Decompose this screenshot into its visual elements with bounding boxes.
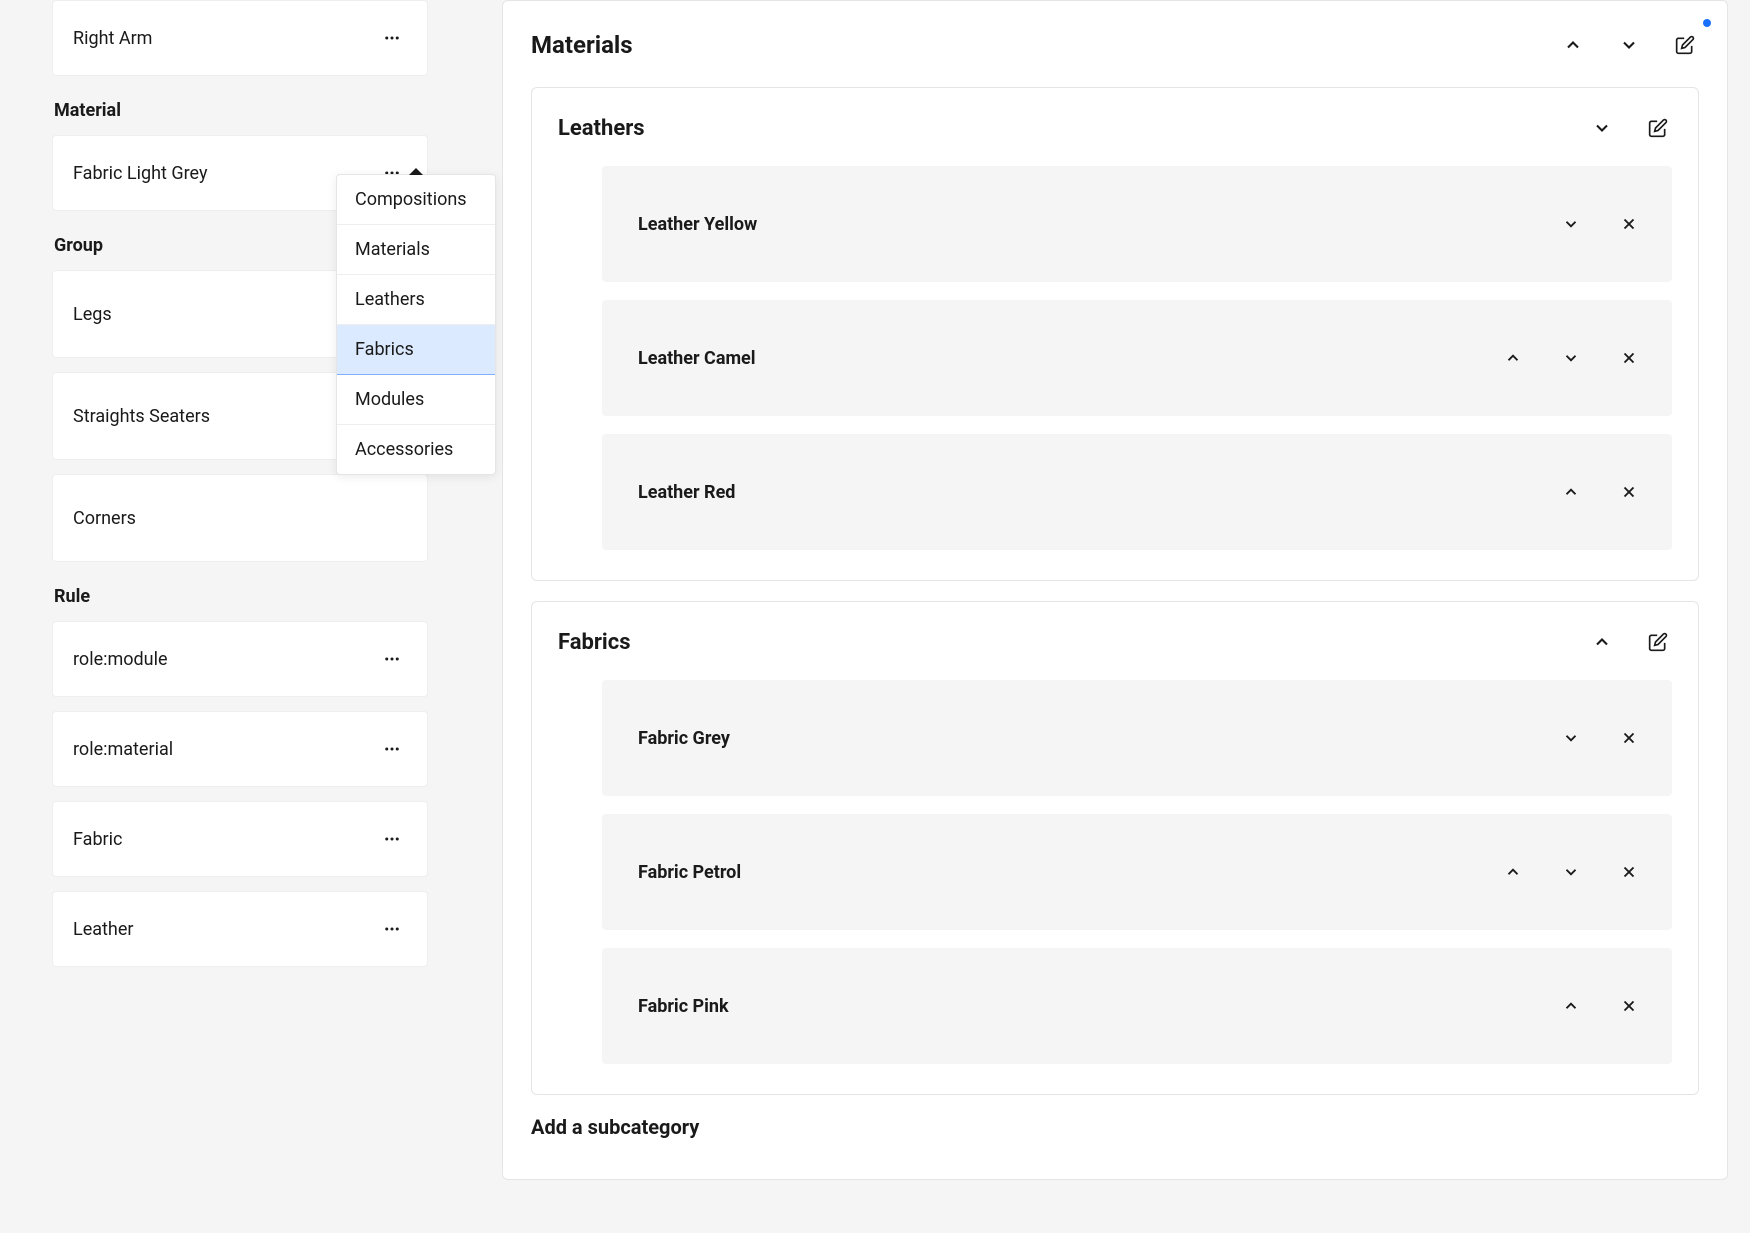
move-down-button[interactable] — [1558, 345, 1584, 371]
edit-icon — [1648, 118, 1668, 138]
panel-title: Materials — [531, 31, 633, 59]
item-label: Fabric Petrol — [638, 862, 741, 883]
item-label: Leather Red — [638, 482, 735, 503]
category-leathers: Leathers Leather Yellow — [531, 87, 1699, 581]
breadcrumb-dropdown: Compositions Materials Leathers Fabrics … — [336, 174, 496, 475]
chevron-down-icon — [1562, 729, 1580, 747]
chevron-up-icon — [1504, 349, 1522, 367]
sidebar-item-label: Leather — [73, 919, 133, 940]
material-item-leather-camel[interactable]: Leather Camel — [602, 300, 1672, 416]
close-icon — [1620, 483, 1638, 501]
move-up-button[interactable] — [1500, 859, 1526, 885]
sidebar-item-label: Fabric Light Grey — [73, 163, 208, 184]
sidebar-item-label: Legs — [73, 304, 112, 325]
chevron-down-icon — [1592, 118, 1612, 138]
sidebar-item-role-material[interactable]: role:material — [52, 711, 428, 787]
chevron-down-icon — [1562, 349, 1580, 367]
close-icon — [1620, 215, 1638, 233]
chevron-up-icon — [1562, 997, 1580, 1015]
chevron-up-icon — [1563, 35, 1583, 55]
material-item-fabric-grey[interactable]: Fabric Grey — [602, 680, 1672, 796]
category-title: Leathers — [558, 116, 645, 141]
chevron-up-icon — [1504, 863, 1522, 881]
move-up-button[interactable] — [1500, 345, 1526, 371]
chevron-down-icon — [1619, 35, 1639, 55]
sidebar-item-label: role:module — [73, 649, 168, 670]
sidebar-item-corners[interactable]: Corners — [52, 474, 428, 562]
more-horizontal-icon — [383, 830, 401, 848]
material-item-leather-red[interactable]: Leather Red — [602, 434, 1672, 550]
sidebar-item-fabric[interactable]: Fabric — [52, 801, 428, 877]
more-horizontal-icon — [383, 29, 401, 47]
chevron-down-icon — [1562, 863, 1580, 881]
section-title-rule: Rule — [52, 586, 428, 607]
move-down-button[interactable] — [1558, 211, 1584, 237]
close-icon — [1620, 997, 1638, 1015]
sidebar-item-label: Fabric — [73, 829, 122, 850]
more-button[interactable] — [377, 734, 407, 764]
category-title: Fabrics — [558, 630, 631, 655]
sidebar: Right Arm Material Fabric Light Grey Gro… — [0, 0, 480, 1233]
sidebar-item-right-arm[interactable]: Right Arm — [52, 0, 428, 76]
more-button[interactable] — [377, 23, 407, 53]
notification-dot — [1703, 19, 1711, 27]
sidebar-item-label: Straights Seaters — [73, 406, 210, 427]
move-up-button[interactable] — [1559, 31, 1587, 59]
dropdown-item-leathers[interactable]: Leathers — [337, 275, 495, 325]
sidebar-item-label: role:material — [73, 739, 173, 760]
move-up-button[interactable] — [1558, 479, 1584, 505]
move-down-button[interactable] — [1558, 725, 1584, 751]
dropdown-item-compositions[interactable]: Compositions — [337, 175, 495, 225]
main-content: Materials Leathers — [480, 0, 1750, 1233]
edit-icon — [1675, 35, 1695, 55]
edit-icon — [1648, 632, 1668, 652]
sidebar-item-role-module[interactable]: role:module — [52, 621, 428, 697]
item-label: Leather Camel — [638, 348, 756, 369]
more-button[interactable] — [377, 824, 407, 854]
close-icon — [1620, 349, 1638, 367]
dropdown-item-accessories[interactable]: Accessories — [337, 425, 495, 474]
material-item-fabric-petrol[interactable]: Fabric Petrol — [602, 814, 1672, 930]
dropdown-item-fabrics[interactable]: Fabrics — [337, 325, 495, 375]
chevron-up-icon — [1562, 483, 1580, 501]
close-icon — [1620, 729, 1638, 747]
edit-button[interactable] — [1671, 31, 1699, 59]
category-fabrics: Fabrics Fabric Grey — [531, 601, 1699, 1095]
more-horizontal-icon — [383, 650, 401, 668]
more-horizontal-icon — [383, 740, 401, 758]
remove-button[interactable] — [1616, 859, 1642, 885]
more-button[interactable] — [377, 644, 407, 674]
edit-button[interactable] — [1644, 114, 1672, 142]
sidebar-item-label: Right Arm — [73, 28, 152, 49]
remove-button[interactable] — [1616, 725, 1642, 751]
sidebar-item-label: Corners — [73, 508, 136, 529]
materials-panel: Materials Leathers — [502, 0, 1728, 1180]
section-title-material: Material — [52, 100, 428, 121]
dropdown-item-modules[interactable]: Modules — [337, 375, 495, 425]
material-item-leather-yellow[interactable]: Leather Yellow — [602, 166, 1672, 282]
expand-button[interactable] — [1588, 628, 1616, 656]
remove-button[interactable] — [1616, 211, 1642, 237]
add-subcategory-button[interactable]: Add a subcategory — [531, 1115, 1699, 1139]
collapse-button[interactable] — [1588, 114, 1616, 142]
move-down-button[interactable] — [1615, 31, 1643, 59]
more-horizontal-icon — [383, 920, 401, 938]
move-up-button[interactable] — [1558, 993, 1584, 1019]
chevron-down-icon — [1562, 215, 1580, 233]
dropdown-item-materials[interactable]: Materials — [337, 225, 495, 275]
move-down-button[interactable] — [1558, 859, 1584, 885]
edit-button[interactable] — [1644, 628, 1672, 656]
item-label: Fabric Pink — [638, 996, 729, 1017]
sidebar-item-leather[interactable]: Leather — [52, 891, 428, 967]
remove-button[interactable] — [1616, 993, 1642, 1019]
remove-button[interactable] — [1616, 479, 1642, 505]
remove-button[interactable] — [1616, 345, 1642, 371]
item-label: Leather Yellow — [638, 214, 757, 235]
item-label: Fabric Grey — [638, 728, 730, 749]
close-icon — [1620, 863, 1638, 881]
more-button[interactable] — [377, 914, 407, 944]
chevron-up-icon — [1592, 632, 1612, 652]
material-item-fabric-pink[interactable]: Fabric Pink — [602, 948, 1672, 1064]
